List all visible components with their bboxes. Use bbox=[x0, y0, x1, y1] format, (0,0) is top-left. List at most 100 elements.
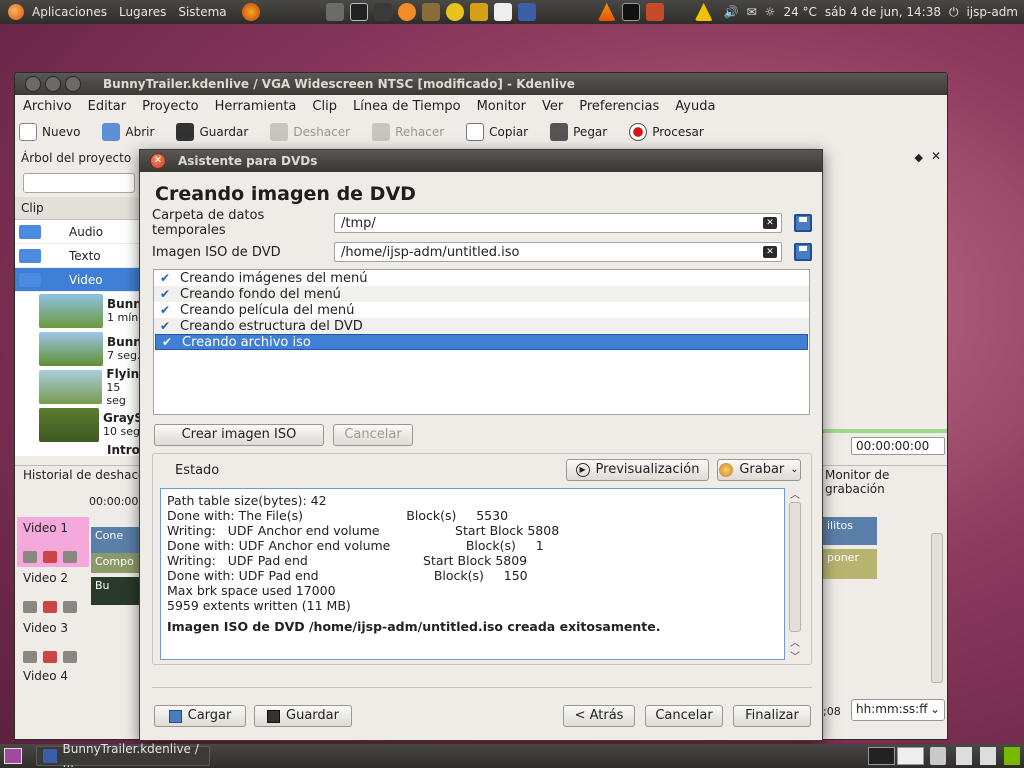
trash-icon[interactable] bbox=[930, 747, 946, 765]
clear-icon[interactable]: ✕ bbox=[763, 217, 777, 229]
save-button[interactable]: Guardar bbox=[254, 705, 352, 727]
close-panel-icon[interactable]: ✕ bbox=[931, 149, 941, 163]
window-maximize-button[interactable] bbox=[65, 76, 81, 92]
hide-icon[interactable] bbox=[63, 651, 77, 663]
folder-video[interactable]: Video bbox=[15, 268, 143, 292]
timeline-clip[interactable]: Bu bbox=[91, 577, 141, 605]
mute-icon[interactable] bbox=[43, 601, 57, 613]
undo-button[interactable]: Deshacer bbox=[270, 123, 350, 141]
float-icon[interactable]: ◆ bbox=[915, 151, 923, 164]
pineapple-icon[interactable] bbox=[469, 3, 488, 21]
launcher-icon[interactable] bbox=[325, 3, 344, 21]
track-video-4[interactable]: Video 4 bbox=[17, 665, 89, 689]
cancel-create-button[interactable]: Cancelar bbox=[333, 424, 413, 446]
track-video-3[interactable]: Video 3 bbox=[17, 617, 89, 667]
track-video-2[interactable]: Video 2 bbox=[17, 567, 89, 617]
workspace-1[interactable] bbox=[868, 747, 895, 765]
temp-folder-input[interactable]: /tmp/ ✕ bbox=[334, 213, 782, 233]
chevron-up-icon[interactable]: ︿ bbox=[788, 486, 802, 501]
list-item[interactable]: Bunn 1 mín. bbox=[15, 292, 143, 330]
menu-ver[interactable]: Ver bbox=[542, 99, 563, 114]
image-editor-icon[interactable] bbox=[493, 3, 512, 21]
menu-monitor[interactable]: Monitor bbox=[477, 99, 526, 114]
load-button[interactable]: Cargar bbox=[154, 705, 246, 727]
new-button[interactable]: Nuevo bbox=[19, 123, 80, 141]
weather-text[interactable]: 24 °C bbox=[783, 5, 816, 19]
list-item[interactable]: ✔ Creando película del menú bbox=[154, 302, 809, 318]
timecode-field[interactable]: 00:00:00:00 bbox=[851, 437, 945, 455]
volume-icon[interactable]: 🔊 bbox=[724, 5, 739, 19]
home-folder-icon[interactable] bbox=[645, 3, 664, 21]
nvidia-icon[interactable] bbox=[1004, 747, 1020, 765]
clear-icon[interactable]: ✕ bbox=[763, 246, 777, 258]
mute-icon[interactable] bbox=[43, 651, 57, 663]
list-item[interactable]: Bunn 7 seg. bbox=[15, 330, 143, 368]
lock-icon[interactable] bbox=[23, 551, 37, 563]
firefox-icon[interactable] bbox=[241, 3, 260, 21]
terminal-icon[interactable] bbox=[621, 3, 640, 21]
chevron-up-icon[interactable]: ︿ bbox=[788, 634, 802, 649]
list-item[interactable]: Flyin 15 seg bbox=[15, 367, 143, 407]
timeline-clip[interactable]: ilitos bbox=[823, 517, 877, 545]
ubuntu-logo-icon[interactable] bbox=[8, 4, 24, 20]
status-log[interactable]: Path table size(bytes): 42 Done with: The… bbox=[160, 488, 785, 660]
menu-clip[interactable]: Clip bbox=[312, 99, 337, 114]
browse-iso-button[interactable] bbox=[794, 243, 812, 261]
power-icon[interactable]: ⏻ bbox=[949, 5, 959, 20]
show-desktop-icon[interactable] bbox=[4, 748, 22, 764]
menu-sistema[interactable]: Sistema bbox=[178, 5, 226, 19]
open-button[interactable]: Abrir bbox=[102, 123, 154, 141]
preview-button[interactable]: ▶ Previsualización bbox=[566, 459, 709, 481]
lock-icon[interactable] bbox=[23, 601, 37, 613]
progress-steps-list[interactable]: ✔ Creando imágenes del menú ✔ Creando fond… bbox=[153, 269, 810, 415]
window-close-button[interactable] bbox=[25, 76, 41, 92]
project-search-input[interactable] bbox=[23, 173, 135, 193]
track-video-1[interactable]: Video 1 bbox=[17, 517, 89, 567]
list-item[interactable]: GrayS 10 seg bbox=[15, 406, 143, 444]
list-item[interactable]: ✔ Creando archivo iso bbox=[155, 334, 808, 350]
tab-undo-history[interactable]: Historial de deshacer bbox=[23, 468, 150, 482]
menu-lugares[interactable]: Lugares bbox=[119, 5, 166, 19]
browse-temp-button[interactable] bbox=[794, 214, 812, 232]
dia-icon[interactable] bbox=[373, 3, 392, 21]
dialog-close-icon[interactable]: ✕ bbox=[150, 153, 166, 169]
warning-icon[interactable] bbox=[694, 3, 713, 21]
inkscape-icon[interactable] bbox=[349, 3, 368, 21]
list-item[interactable]: Intro bbox=[15, 444, 143, 456]
menu-herramienta[interactable]: Herramienta bbox=[215, 99, 297, 114]
timeline-clip[interactable]: Compo bbox=[91, 553, 141, 573]
chevron-down-icon[interactable]: ﹀ bbox=[788, 648, 802, 663]
scrollbar-track[interactable] bbox=[789, 502, 801, 632]
blender-icon[interactable] bbox=[397, 3, 416, 21]
back-button[interactable]: < Atrás bbox=[563, 705, 635, 727]
workspace-switcher[interactable] bbox=[868, 747, 924, 765]
hide-icon[interactable] bbox=[63, 601, 77, 613]
iso-image-input[interactable]: /home/ijsp-adm/untitled.iso ✕ bbox=[334, 242, 782, 262]
radiation-icon[interactable] bbox=[445, 3, 464, 21]
menu-aplicaciones[interactable]: Aplicaciones bbox=[32, 5, 107, 19]
dialog-title-bar[interactable]: ✕ Asistente para DVDs bbox=[140, 150, 822, 172]
vlc-icon[interactable] bbox=[597, 3, 616, 21]
list-item[interactable]: ✔ Creando fondo del menú bbox=[154, 286, 809, 302]
lock-icon[interactable] bbox=[23, 651, 37, 663]
list-item[interactable]: ✔ Creando imágenes del menú bbox=[154, 270, 809, 286]
copy-button[interactable]: Copiar bbox=[466, 123, 528, 141]
menu-linea-de-tiempo[interactable]: Línea de Tiempo bbox=[353, 99, 461, 114]
kdenlive-icon[interactable] bbox=[517, 3, 536, 21]
menu-archivo[interactable]: Archivo bbox=[23, 99, 72, 114]
tab-record-monitor[interactable]: Monitor de grabación bbox=[825, 468, 947, 496]
finish-button[interactable]: Finalizar bbox=[733, 705, 811, 727]
timeline-scrollbar[interactable] bbox=[931, 533, 943, 683]
create-iso-button[interactable]: Crear imagen ISO bbox=[154, 424, 324, 446]
save-toolbar-button[interactable]: Guardar bbox=[176, 123, 248, 141]
clock[interactable]: sáb 4 de jun, 14:38 bbox=[825, 5, 941, 19]
clip-column-header[interactable]: Clip bbox=[15, 197, 143, 220]
paste-button[interactable]: Pegar bbox=[550, 123, 607, 141]
gimp-icon[interactable] bbox=[421, 3, 440, 21]
menu-proyecto[interactable]: Proyecto bbox=[142, 99, 199, 114]
menu-editar[interactable]: Editar bbox=[88, 99, 127, 114]
workspace-2[interactable] bbox=[897, 747, 924, 765]
menu-preferencias[interactable]: Preferencias bbox=[579, 99, 659, 114]
mute-icon[interactable] bbox=[43, 551, 57, 563]
hide-icon[interactable] bbox=[63, 551, 77, 563]
